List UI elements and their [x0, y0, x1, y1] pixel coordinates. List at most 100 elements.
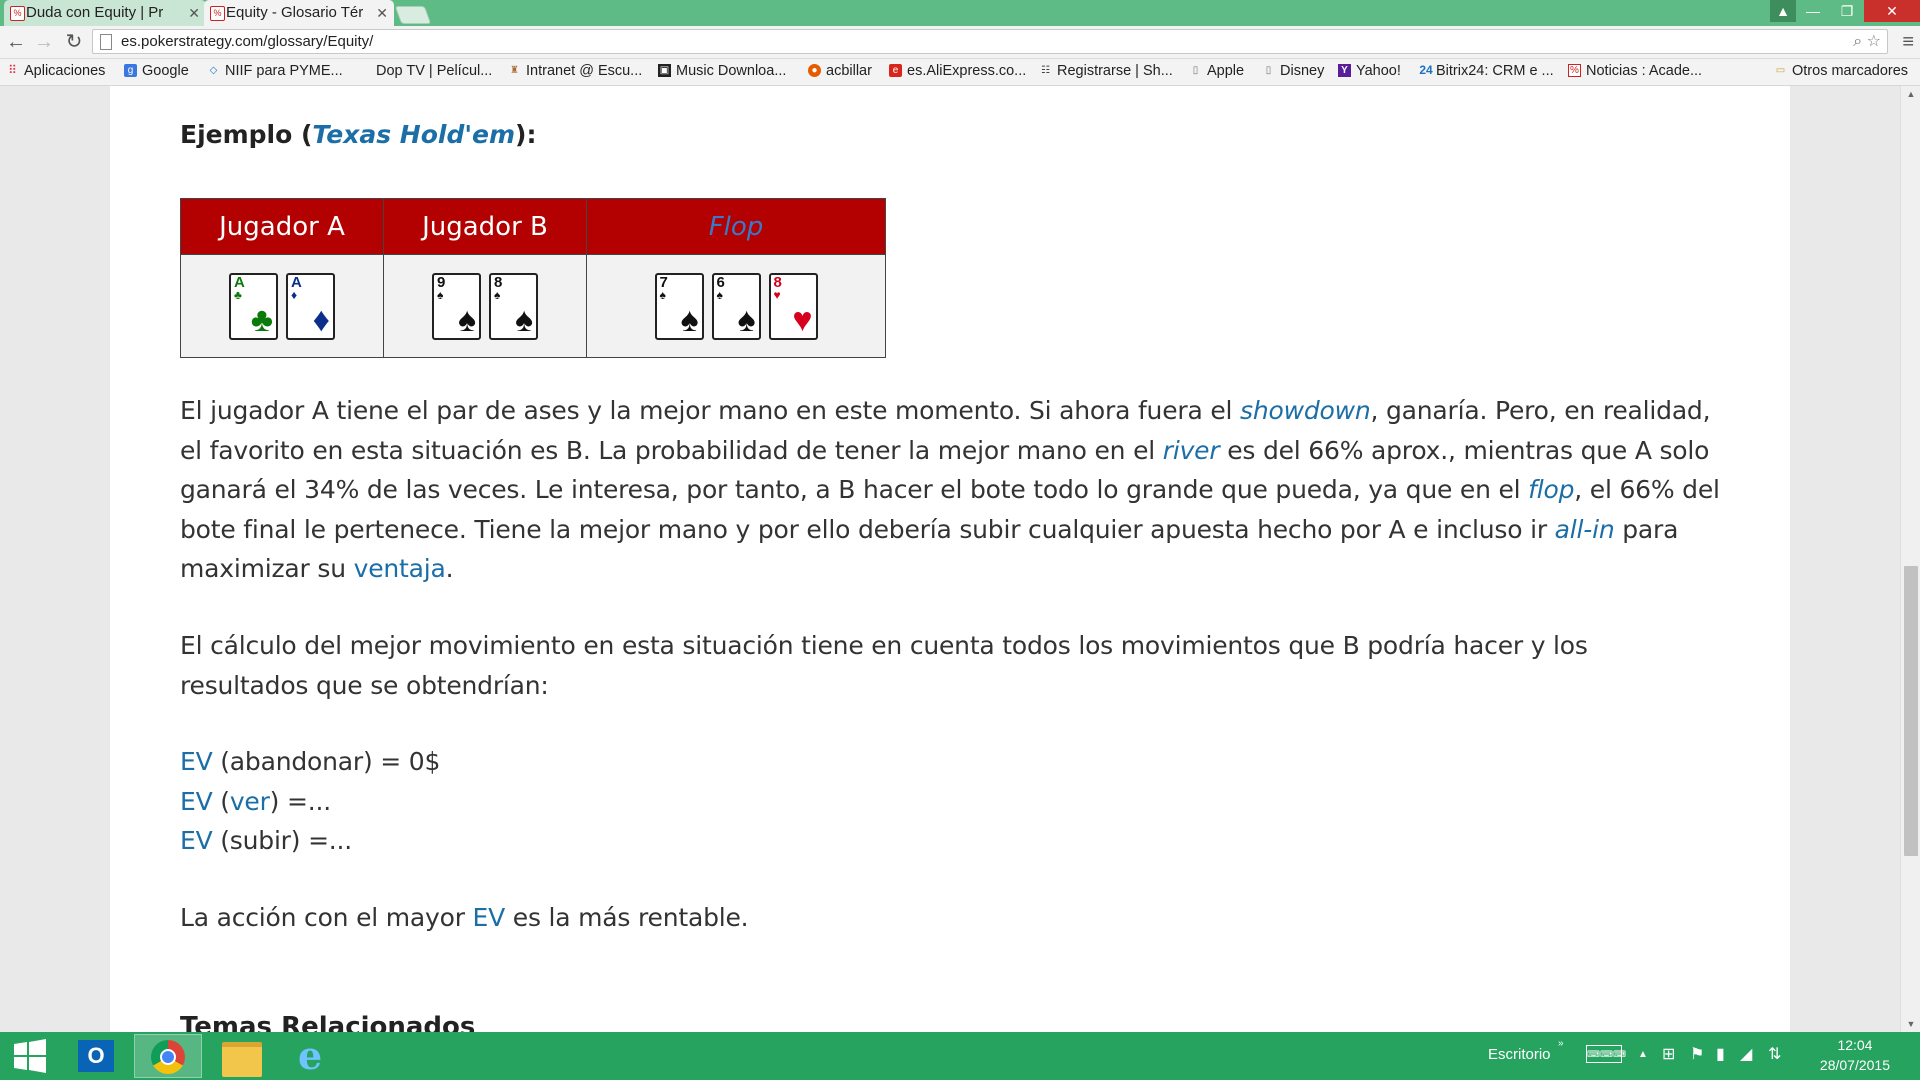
- ev-line-abandonar: EV (abandonar) = 0$: [180, 747, 441, 776]
- reload-icon[interactable]: ↻: [62, 30, 86, 54]
- browser-toolbar: ← → ↻ ⌕ ☆ ≡: [0, 26, 1920, 59]
- bookmark-label: Music Downloa...: [676, 63, 787, 79]
- page-icon: ▯: [1192, 65, 1199, 76]
- user-profile-icon[interactable]: ▲: [1770, 0, 1796, 22]
- tab-close-icon[interactable]: ✕: [188, 0, 200, 26]
- page-viewport: Ejemplo (Texas Hold'em): Jugador A Jugad…: [0, 86, 1900, 1032]
- bookmark-label: Otros marcadores: [1792, 63, 1909, 79]
- bookmark-google[interactable]: g Google: [124, 59, 189, 85]
- bookmark-aplicaciones[interactable]: ⠿ Aplicaciones: [6, 59, 105, 85]
- bookmark-aliexpress[interactable]: e es.AliExpress.co...: [889, 59, 1026, 85]
- bookmark-star-icon[interactable]: ☆: [1867, 33, 1881, 50]
- intranet-icon: ♜: [510, 65, 519, 76]
- bookmark-dop-tv[interactable]: Dop TV | Películ...: [358, 59, 492, 85]
- bookmark-intranet[interactable]: ♜ Intranet @ Escu...: [508, 59, 642, 85]
- tab-equity-glosario[interactable]: % Equity - Glosario Tér ✕: [204, 0, 394, 26]
- windows-start-button[interactable]: [0, 1034, 60, 1078]
- tab-duda-con-equity[interactable]: % Duda con Equity | Pr ✕: [4, 0, 206, 26]
- header-jugador-b: Jugador B: [383, 198, 587, 255]
- taskbar-internet-explorer[interactable]: e: [282, 1034, 350, 1078]
- card-nine-of-spades: 9 ♠ ♠: [432, 272, 481, 340]
- ver-link[interactable]: ver: [230, 787, 270, 816]
- aliexpress-icon: e: [889, 64, 902, 77]
- close-button[interactable]: ✕: [1864, 0, 1920, 22]
- scrollbar-thumb[interactable]: [1904, 566, 1918, 856]
- texas-holdem-link[interactable]: Texas Hold'em: [312, 120, 515, 149]
- bookmark-niif[interactable]: ◇ NIIF para PYME...: [207, 59, 343, 85]
- desktop-toolbar-label[interactable]: Escritorio: [1488, 1046, 1551, 1063]
- bookmark-bitrix[interactable]: 24 Bitrix24: CRM e ...: [1418, 59, 1554, 85]
- bookmark-label: Bitrix24: CRM e ...: [1436, 63, 1554, 79]
- bookmark-label: Dop TV | Películ...: [376, 63, 493, 79]
- bookmark-registrarse[interactable]: ☷ Registrarse | Sh...: [1039, 59, 1173, 85]
- ev-link[interactable]: EV: [180, 826, 213, 855]
- showdown-link[interactable]: showdown: [1240, 396, 1371, 425]
- zoom-icon[interactable]: ⌕: [1853, 33, 1862, 50]
- flop-link[interactable]: flop: [1528, 475, 1574, 504]
- other-bookmarks[interactable]: ▭ Otros marcadores: [1774, 59, 1908, 85]
- taskbar-outlook[interactable]: O: [62, 1034, 130, 1078]
- bookmark-label: Disney: [1280, 63, 1325, 79]
- ventaja-link[interactable]: ventaja: [354, 554, 446, 583]
- show-hidden-icons-icon[interactable]: ▲: [1638, 1046, 1648, 1064]
- toolbar-expand-icon[interactable]: »: [1558, 1038, 1564, 1049]
- page-icon: ▯: [1265, 65, 1272, 76]
- ev-link[interactable]: EV: [473, 903, 506, 932]
- apps-grid-icon: ⠿: [8, 63, 17, 77]
- bookmark-acbillar[interactable]: ● acbillar: [808, 59, 872, 85]
- system-clock[interactable]: 12:04 28/07/2015: [1820, 1035, 1890, 1075]
- chrome-menu-icon[interactable]: ≡: [1902, 30, 1914, 54]
- back-arrow-icon[interactable]: ←: [4, 30, 28, 54]
- minimize-button[interactable]: —: [1796, 0, 1830, 22]
- bookmark-label: NIIF para PYME...: [225, 63, 343, 79]
- ev-link[interactable]: EV: [180, 747, 213, 776]
- keyboard-icon[interactable]: ⌨⌨⌨: [1586, 1045, 1626, 1063]
- sync-icon[interactable]: ⇅: [1768, 1046, 1781, 1064]
- bookmark-disney[interactable]: ▯ Disney: [1262, 59, 1325, 85]
- bookmark-label: Google: [142, 63, 189, 79]
- bookmark-label: Intranet @ Escu...: [526, 63, 643, 79]
- battery-icon[interactable]: ▮: [1716, 1046, 1725, 1064]
- forward-arrow-icon[interactable]: →: [32, 30, 56, 54]
- vertical-scrollbar[interactable]: ▲ ▼: [1900, 86, 1920, 1032]
- river-link[interactable]: river: [1163, 436, 1220, 465]
- clock-date: 28/07/2015: [1819, 1057, 1890, 1073]
- bitrix-icon: 24: [1419, 63, 1433, 77]
- network-signal-icon[interactable]: ◢: [1740, 1046, 1752, 1064]
- bookmark-noticias[interactable]: % Noticias : Acade...: [1568, 59, 1702, 85]
- bookmark-label: Yahoo!: [1356, 63, 1401, 79]
- clock-time: 12:04: [1837, 1037, 1873, 1053]
- internet-explorer-icon: e: [298, 1033, 323, 1078]
- header-flop-link[interactable]: Flop: [586, 198, 886, 255]
- example-heading: Ejemplo (Texas Hold'em):: [180, 120, 537, 149]
- tab-label: Equity - Glosario Tér: [226, 4, 364, 21]
- bookmark-yahoo[interactable]: Y Yahoo!: [1338, 59, 1401, 85]
- taskbar-chrome[interactable]: [134, 1034, 202, 1078]
- google-icon: g: [124, 64, 137, 77]
- spades-icon: ♠: [737, 300, 756, 339]
- acbillar-icon: ●: [808, 64, 821, 77]
- taskbar-file-explorer[interactable]: [208, 1034, 276, 1078]
- all-in-link[interactable]: all-in: [1555, 515, 1615, 544]
- noticias-icon: %: [1568, 64, 1581, 77]
- scroll-down-icon[interactable]: ▼: [1901, 1016, 1920, 1032]
- paragraph-explanation: El jugador A tiene el par de ases y la m…: [180, 396, 1720, 583]
- ev-link[interactable]: EV: [180, 787, 213, 816]
- tab-close-icon[interactable]: ✕: [376, 0, 388, 26]
- hands-table: Jugador A Jugador B Flop A ♣ ♣ A ♦ ♦ 9 ♠…: [180, 198, 886, 358]
- bookmark-label: Apple: [1207, 63, 1245, 79]
- maximize-button[interactable]: ❐: [1830, 0, 1864, 22]
- bookmark-apple[interactable]: ▯ Apple: [1189, 59, 1244, 85]
- address-bar[interactable]: ⌕ ☆: [92, 29, 1888, 54]
- action-center-flag-icon[interactable]: ⚑: [1690, 1046, 1704, 1064]
- flop-cards: 7 ♠ ♠ 6 ♠ ♠ 8 ♥ ♥: [586, 254, 886, 358]
- tab-label: Duda con Equity | Pr: [26, 4, 164, 21]
- ev-list: EV (abandonar) = 0$ EV (ver) =... EV (su…: [180, 742, 1720, 861]
- url-input[interactable]: [121, 30, 1721, 53]
- bookmark-music[interactable]: ▣ Music Downloa...: [658, 59, 786, 85]
- scroll-up-icon[interactable]: ▲: [1901, 86, 1920, 102]
- clubs-icon: ♣: [250, 300, 273, 339]
- new-tab-button[interactable]: [394, 6, 432, 24]
- windows-flag-icon[interactable]: ⊞: [1662, 1046, 1675, 1064]
- header-jugador-a: Jugador A: [180, 198, 384, 255]
